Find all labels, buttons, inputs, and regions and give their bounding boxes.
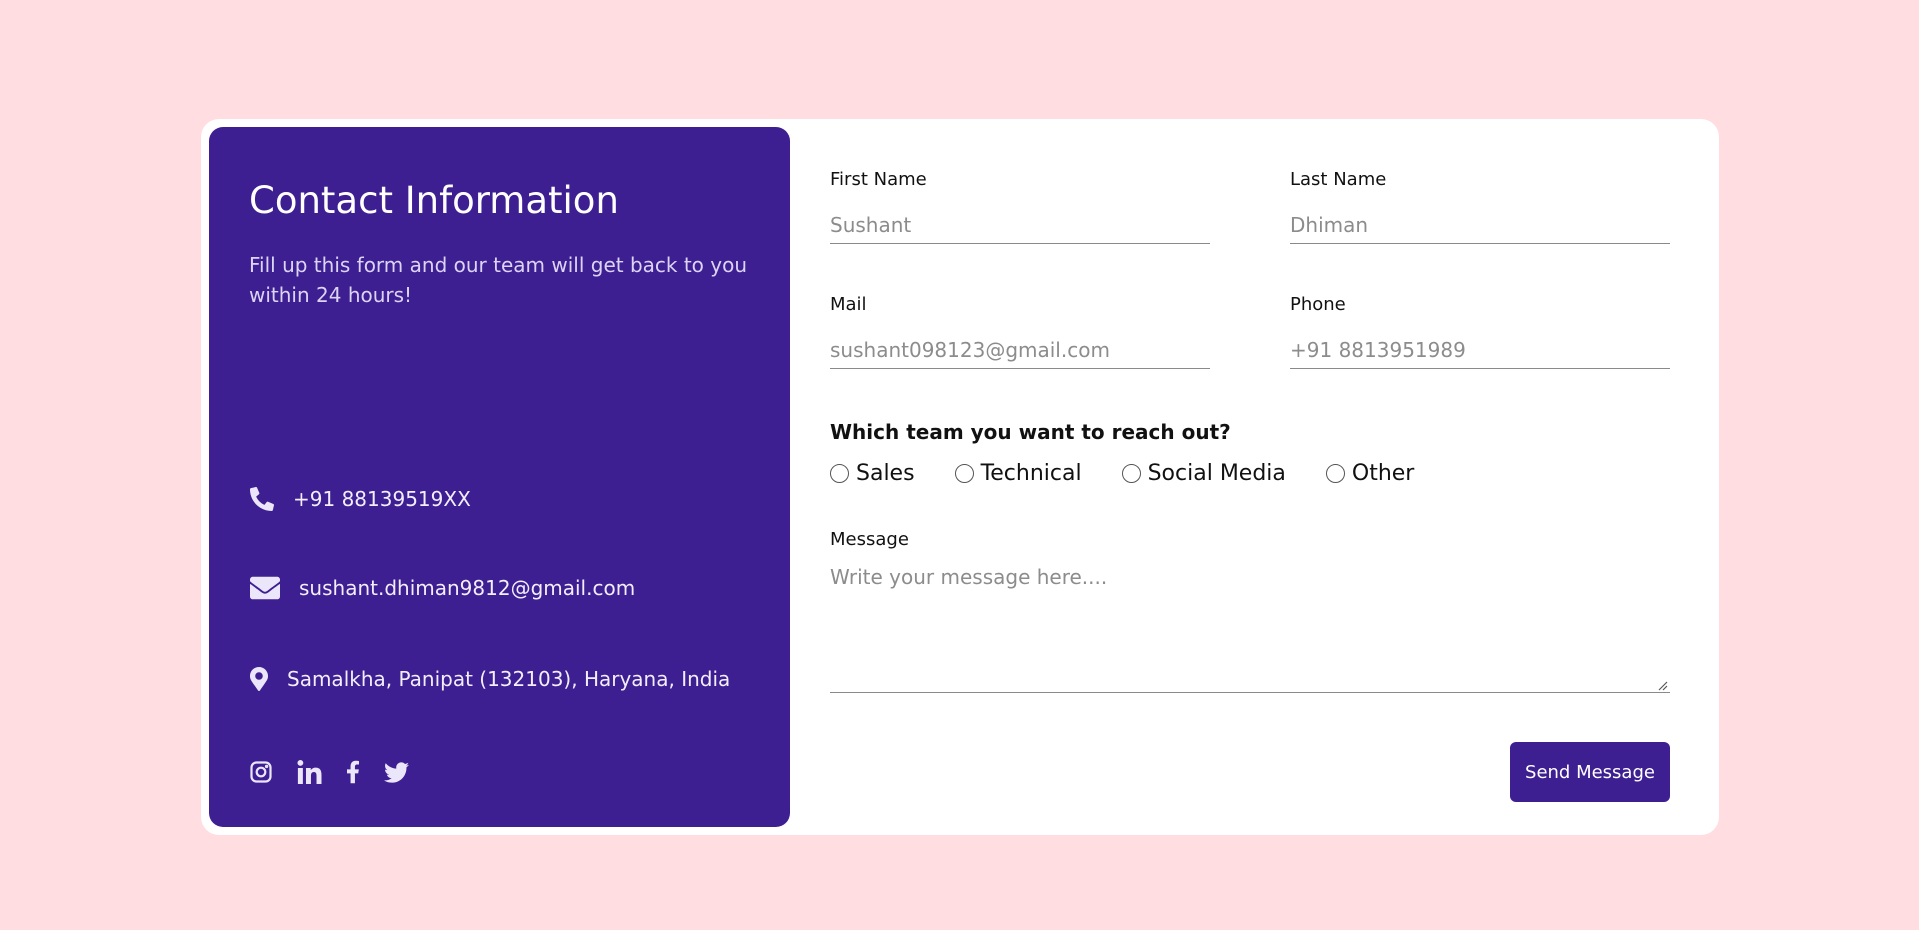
radio-circle[interactable]	[1325, 464, 1345, 483]
send-message-button[interactable]: Send Message	[1510, 742, 1670, 802]
contact-address-text: Samalkha, Panipat (132103), Haryana, Ind…	[287, 667, 731, 691]
contact-card: Contact Information Fill up this form an…	[201, 119, 1719, 835]
team-radio-group: Sales Technical Social Media Other	[830, 461, 1414, 486]
first-name-field: First Name	[830, 169, 1210, 244]
first-name-label: First Name	[830, 169, 927, 190]
info-subtitle: Fill up this form and our team will get …	[249, 253, 748, 307]
radio-technical[interactable]: Technical	[954, 461, 1082, 486]
radio-sales[interactable]: Sales	[830, 461, 915, 486]
mail-input[interactable]	[830, 332, 1210, 369]
radio-social-media[interactable]: Social Media	[1121, 461, 1286, 486]
mail-field: Mail	[830, 294, 1210, 369]
radio-technical-label: Technical	[980, 461, 1082, 486]
instagram-icon[interactable]	[249, 760, 273, 784]
contact-email-text: sushant.dhiman9812@gmail.com	[299, 576, 636, 600]
social-links	[249, 759, 433, 785]
phone-field: Phone	[1290, 294, 1670, 369]
last-name-field: Last Name	[1290, 169, 1670, 244]
radio-other[interactable]: Other	[1325, 461, 1415, 486]
contact-address-row: Samalkha, Panipat (132103), Haryana, Ind…	[249, 666, 730, 692]
resize-handle-icon[interactable]	[1656, 679, 1668, 691]
twitter-icon[interactable]	[384, 761, 409, 783]
envelope-icon	[249, 576, 281, 600]
location-pin-icon	[249, 666, 269, 692]
contact-phone-text: +91 88139519XX	[293, 487, 471, 511]
linkedin-icon[interactable]	[297, 760, 322, 784]
team-question: Which team you want to reach out?	[830, 420, 1231, 444]
contact-email-row: sushant.dhiman9812@gmail.com	[249, 576, 635, 600]
message-textarea[interactable]	[830, 565, 1670, 693]
contact-info-panel: Contact Information Fill up this form an…	[209, 127, 790, 827]
radio-other-label: Other	[1351, 461, 1415, 486]
mail-label: Mail	[830, 294, 867, 315]
contact-phone-row: +91 88139519XX	[249, 487, 471, 511]
phone-label: Phone	[1290, 294, 1346, 315]
radio-circle[interactable]	[1121, 464, 1141, 483]
last-name-label: Last Name	[1290, 169, 1387, 190]
radio-circle[interactable]	[830, 464, 849, 483]
message-label: Message	[830, 529, 909, 550]
first-name-input[interactable]	[830, 207, 1210, 244]
radio-social-media-label: Social Media	[1147, 461, 1286, 486]
phone-icon	[249, 487, 275, 511]
last-name-input[interactable]	[1290, 207, 1670, 244]
phone-input[interactable]	[1290, 332, 1670, 369]
info-title: Contact Information	[249, 179, 619, 222]
radio-circle[interactable]	[954, 464, 974, 483]
radio-sales-label: Sales	[856, 461, 915, 486]
facebook-icon[interactable]	[346, 759, 360, 785]
